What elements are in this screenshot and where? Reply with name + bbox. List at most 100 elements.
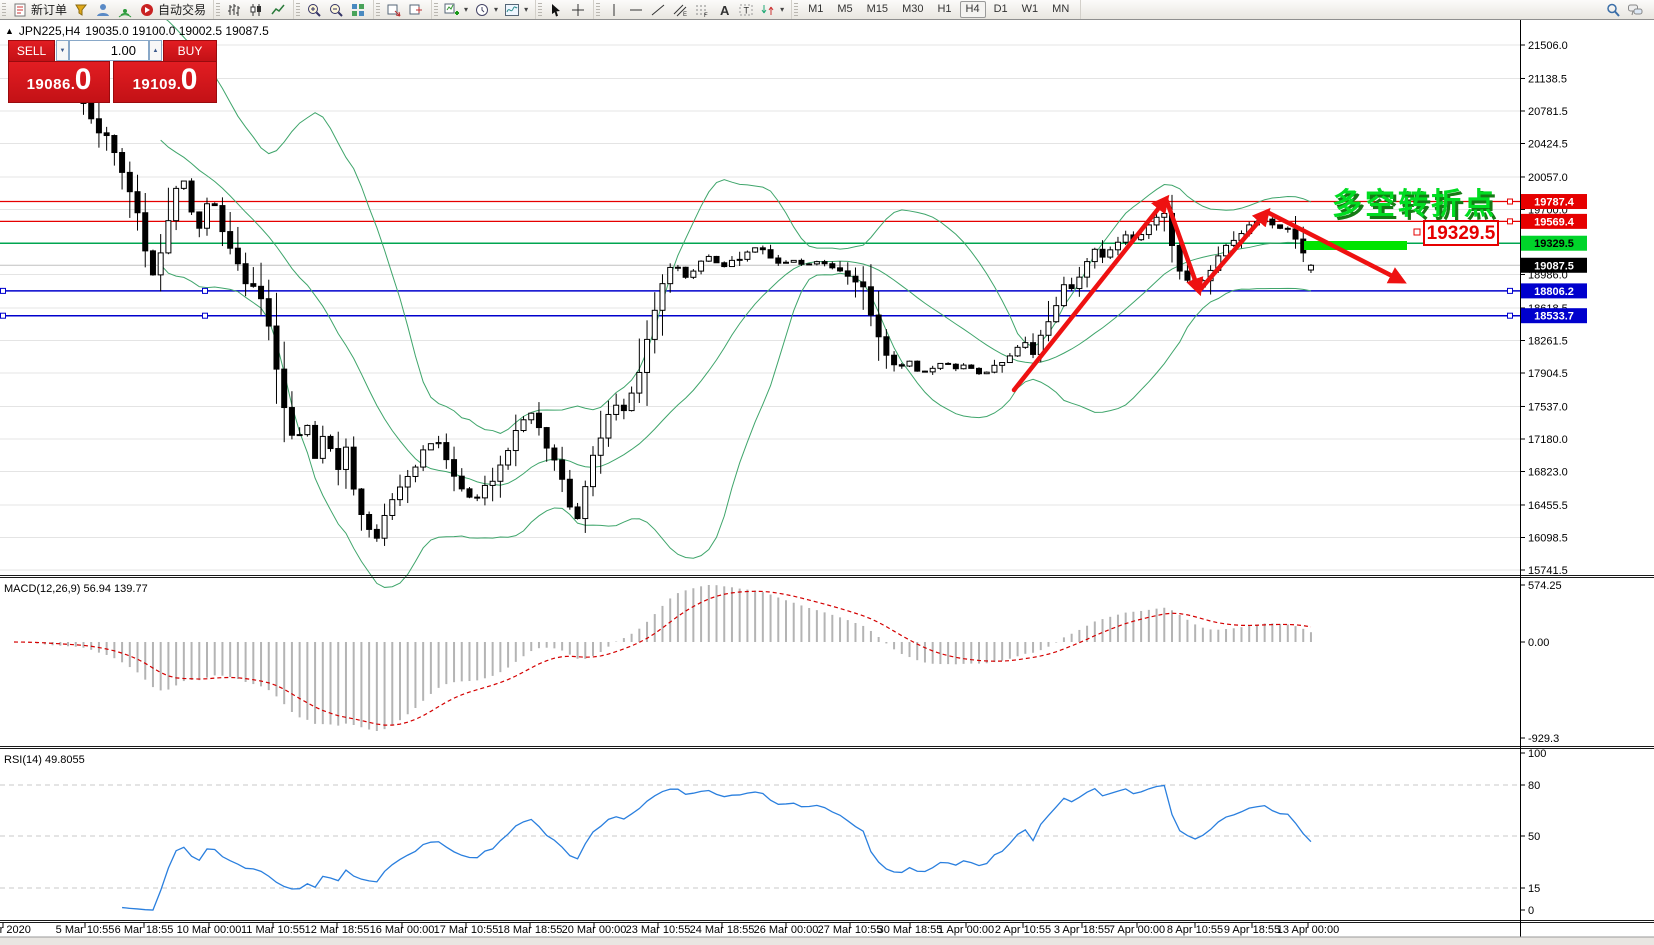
timeframe-button-m5[interactable]: M5 (831, 1, 858, 18)
timeframe-button-h4[interactable]: H4 (960, 1, 986, 18)
cursor-icon (548, 2, 564, 18)
signal-icon (117, 2, 133, 18)
toolbar-group-cursor-tools (536, 0, 594, 19)
new-chart-button[interactable]: ▾ (441, 1, 471, 18)
zoom-in-button[interactable] (303, 1, 325, 18)
time-label: 13 Apr 00:00 (1277, 924, 1339, 936)
signals-icon[interactable] (114, 1, 136, 18)
autotrade-icon (139, 2, 155, 18)
arrange1-icon (386, 2, 402, 18)
symbol-period-label: JPN225,H4 (19, 24, 80, 38)
price-tick: 21138.5 (1528, 73, 1567, 85)
profile-icon[interactable] (92, 1, 114, 18)
drag-handle[interactable] (794, 3, 798, 16)
drag-handle[interactable] (2, 3, 6, 16)
person-icon (95, 2, 111, 18)
lot-decrease-button[interactable]: ▼ (56, 40, 69, 61)
buy-button[interactable]: BUY (163, 40, 217, 62)
trendline-button[interactable] (647, 1, 669, 18)
lot-size-input[interactable]: 1.00 (69, 40, 149, 61)
text-label-button[interactable]: T (735, 1, 757, 18)
indicators-button[interactable]: ▾ (501, 1, 531, 18)
timeframe-button-h1[interactable]: H1 (931, 1, 957, 18)
candlestick-chart-button[interactable] (245, 1, 267, 18)
price-tag: 19787.4 (1534, 197, 1575, 209)
price-tick: 17904.5 (1528, 368, 1568, 380)
indicator-icon (504, 2, 520, 18)
new-order-button[interactable]: 新订单 (9, 1, 70, 18)
lot-increase-button[interactable]: ▲ (149, 40, 162, 61)
timeframe-button-m30[interactable]: M30 (896, 1, 929, 18)
timeframe-button-m1[interactable]: M1 (802, 1, 829, 18)
tile-windows-button[interactable] (347, 1, 369, 18)
toolbar: 新订单 自动交易 ▾ ▾ ▾ E FAT ▾ M1M5M15M30H1H4D1W1MN (0, 0, 1654, 20)
chart-canvas[interactable]: MACD(12,26,9) 56.94 139.77RSI(14) 49.805… (0, 0, 1654, 945)
chart-shift-button[interactable] (405, 1, 427, 18)
macd-label: MACD(12,26,9) 56.94 139.77 (4, 583, 148, 595)
collapse-icon[interactable]: ▲ (5, 26, 14, 36)
chat-button[interactable] (1624, 1, 1646, 18)
rsi-axis-tick: 0 (1528, 905, 1534, 917)
horizontal-line-button[interactable] (625, 1, 647, 18)
time-label: 3 Apr 18:55 (1054, 924, 1110, 936)
toolbar-group-timeframes: M1M5M15M30H1H4D1W1MN (792, 0, 1081, 19)
chart-window-title: ▲ JPN225,H4 19035.0 19100.0 19002.5 1908… (5, 24, 269, 38)
new-chart-icon[interactable] (70, 1, 92, 18)
equidistant-channel-button[interactable]: E (669, 1, 691, 18)
ohlc-values: 19035.0 19100.0 19002.5 19087.5 (85, 24, 269, 38)
sell-button[interactable]: SELL (8, 40, 55, 62)
crosshair-button[interactable] (567, 1, 589, 18)
arrange2-icon (408, 2, 424, 18)
price-tick: 20781.5 (1528, 106, 1568, 118)
svg-text:F: F (704, 13, 708, 18)
price-tick: 16098.5 (1528, 532, 1568, 544)
rsi-axis-tick: 80 (1528, 780, 1540, 792)
drag-handle[interactable] (376, 3, 380, 16)
periods-button[interactable]: ▾ (471, 1, 501, 18)
drag-handle[interactable] (296, 3, 300, 16)
line-chart-button[interactable] (267, 1, 289, 18)
labelT-icon: T (738, 2, 754, 18)
time-label: 12 Mar 18:55 (305, 924, 370, 936)
cursor-button[interactable] (545, 1, 567, 18)
annotations (1304, 241, 1407, 250)
arrows-button[interactable]: ▾ (757, 1, 787, 18)
toolbar-group-arrange (374, 0, 432, 19)
autotrading-button[interactable]: 自动交易 (136, 1, 209, 18)
timeframe-button-m15[interactable]: M15 (861, 1, 894, 18)
search-icon (1605, 2, 1621, 18)
timeframe-button-d1[interactable]: D1 (988, 1, 1014, 18)
vertical-line-button[interactable] (603, 1, 625, 18)
zoom-out-button[interactable] (325, 1, 347, 18)
rsi-axis-tick: 100 (1528, 748, 1546, 760)
toolbar-group-draw-tools: E FAT ▾ (594, 0, 792, 19)
auto-arrange-button[interactable] (383, 1, 405, 18)
time-label: 5 Mar 10:55 (56, 924, 115, 936)
time-label: 23 Mar 10:55 (626, 924, 691, 936)
price-tag: 19087.5 (1534, 260, 1574, 272)
timeframe-button-w1[interactable]: W1 (1016, 1, 1045, 18)
newchart-icon (444, 2, 460, 18)
vline-icon (606, 2, 622, 18)
price-tag: 19569.4 (1534, 216, 1575, 228)
time-label: 7 Apr 00:00 (1109, 924, 1165, 936)
chevron-down-icon[interactable]: ▾ (494, 5, 498, 14)
fibonacci-button[interactable]: F (691, 1, 713, 18)
drag-handle[interactable] (434, 3, 438, 16)
autotrading-button-label: 自动交易 (158, 1, 206, 18)
drag-handle[interactable] (538, 3, 542, 16)
drag-handle[interactable] (596, 3, 600, 16)
timeframe-button-mn[interactable]: MN (1046, 1, 1075, 18)
chevron-down-icon[interactable]: ▾ (524, 5, 528, 14)
text-button[interactable]: A (713, 1, 735, 18)
chevron-down-icon[interactable]: ▾ (780, 5, 784, 14)
chevron-down-icon[interactable]: ▾ (464, 5, 468, 14)
linechart-icon (270, 2, 286, 18)
search-button[interactable] (1602, 1, 1624, 18)
price-tag: 18806.2 (1534, 286, 1574, 298)
drag-handle[interactable] (216, 3, 220, 16)
sell-button-label: SELL (17, 44, 46, 58)
bar-chart-button[interactable] (223, 1, 245, 18)
triangle-up-icon: ▲ (153, 48, 159, 54)
fibo-icon: F (694, 2, 710, 18)
